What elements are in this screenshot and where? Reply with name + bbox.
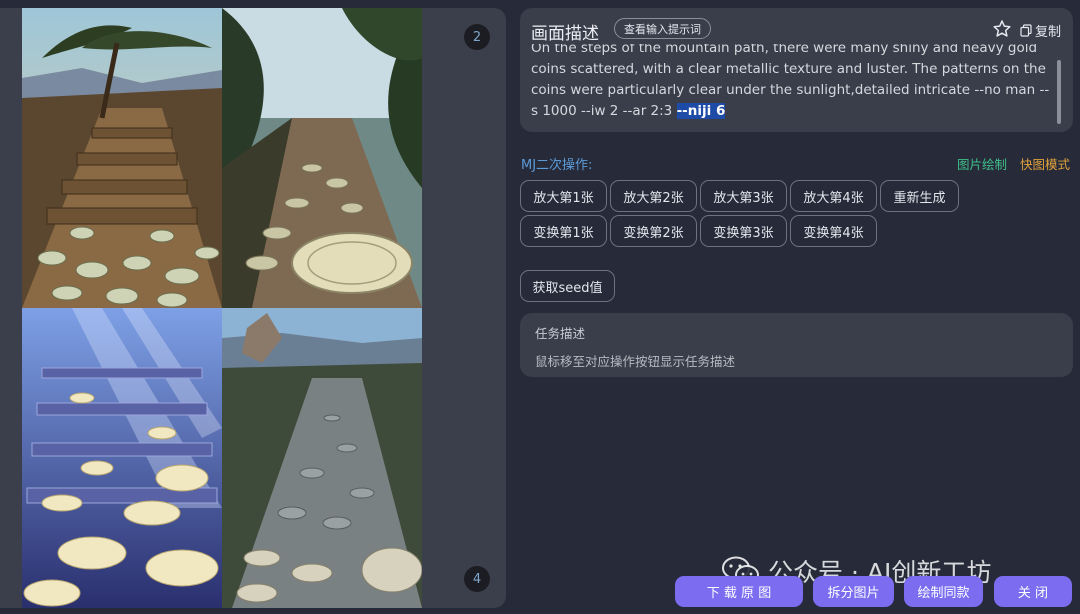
- task-hint: 鼠标移至对应操作按钮显示任务描述: [535, 354, 736, 369]
- image-panel: 2 4: [0, 8, 506, 608]
- mj-operations-label: MJ二次操作:: [521, 158, 593, 173]
- task-title: 任务描述: [535, 326, 586, 341]
- image-tile-3[interactable]: [22, 308, 222, 608]
- upscale-3-button[interactable]: 放大第3张: [700, 180, 787, 212]
- variation-2-button[interactable]: 变换第2张: [610, 215, 697, 247]
- upscale-1-button[interactable]: 放大第1张: [520, 180, 607, 212]
- image-count-badge-top: 2: [464, 24, 490, 50]
- get-seed-button[interactable]: 获取seed值: [520, 270, 615, 302]
- image-grid: [22, 8, 422, 608]
- image-4-mountain-path: [222, 308, 422, 608]
- image-tile-2[interactable]: [222, 8, 422, 308]
- copy-icon: [1020, 24, 1032, 37]
- variation-4-button[interactable]: 变换第4张: [790, 215, 877, 247]
- image-tile-1[interactable]: [22, 8, 222, 308]
- quick-mode-link[interactable]: 快图模式: [1020, 154, 1070, 173]
- view-prompt-button[interactable]: 查看输入提示词: [614, 18, 711, 39]
- split-image-button[interactable]: 拆分图片: [813, 576, 894, 607]
- prompt-scrollbar[interactable]: [1057, 60, 1061, 124]
- prompt-highlight: --niji 6: [676, 103, 726, 119]
- close-button[interactable]: 关 闭: [994, 576, 1072, 607]
- task-description-card: 任务描述 鼠标移至对应操作按钮显示任务描述: [520, 313, 1073, 377]
- image-tile-4[interactable]: [222, 308, 422, 608]
- image-count-badge-bottom: 4: [464, 566, 490, 592]
- description-card: 画面描述 查看输入提示词 复制 On the steps of the moun…: [520, 8, 1073, 132]
- image-1-stone-steps: [22, 8, 222, 308]
- star-icon[interactable]: [992, 19, 1012, 39]
- regenerate-button[interactable]: 重新生成: [880, 180, 959, 212]
- prompt-text-area[interactable]: On the steps of the mountain path, there…: [531, 44, 1053, 126]
- variation-3-button[interactable]: 变换第3张: [700, 215, 787, 247]
- download-original-button[interactable]: 下 载 原 图: [675, 576, 803, 607]
- upscale-2-button[interactable]: 放大第2张: [610, 180, 697, 212]
- draw-same-button[interactable]: 绘制同款: [904, 576, 983, 607]
- variation-1-button[interactable]: 变换第1张: [520, 215, 607, 247]
- copy-button[interactable]: 复制: [1020, 21, 1061, 40]
- image-draw-link[interactable]: 图片绘制: [957, 154, 1007, 173]
- image-2-shaded-path: [222, 8, 422, 308]
- image-3-glowing-stairs: [22, 308, 222, 608]
- description-title: 画面描述: [531, 24, 599, 44]
- prompt-text: On the steps of the mountain path, there…: [531, 44, 1050, 119]
- copy-label: 复制: [1035, 25, 1062, 40]
- upscale-4-button[interactable]: 放大第4张: [790, 180, 877, 212]
